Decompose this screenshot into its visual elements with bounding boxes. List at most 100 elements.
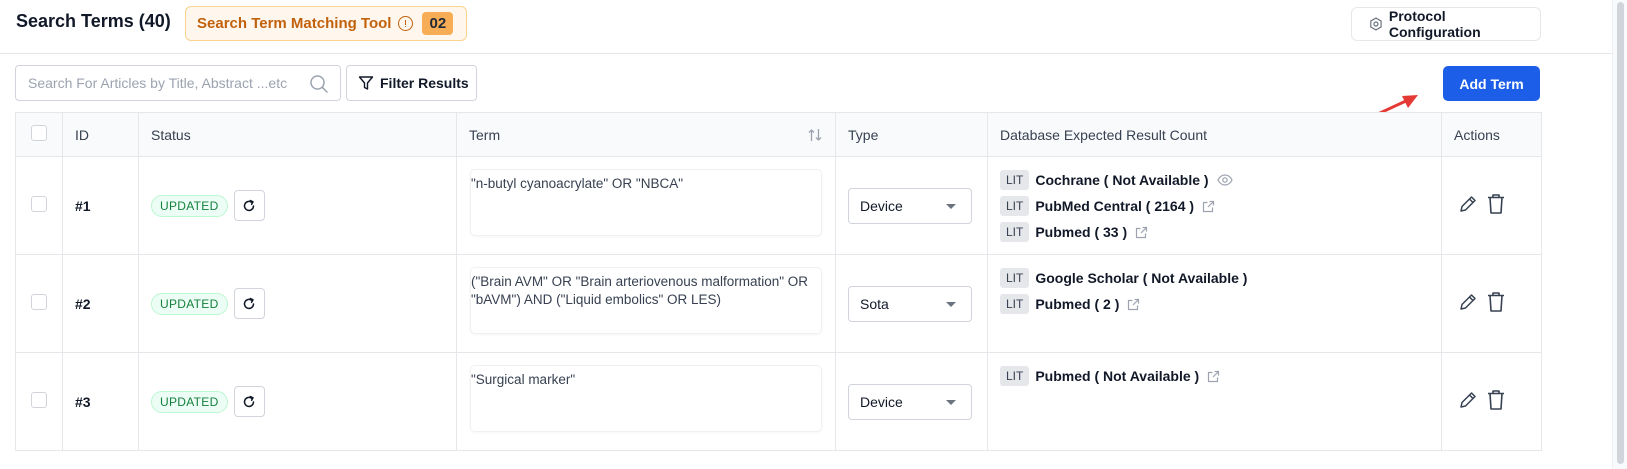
tool-label: Search Term Matching Tool — [197, 15, 392, 32]
database-link[interactable] — [1202, 200, 1215, 213]
type-select[interactable]: Sota — [848, 285, 972, 322]
database-entry: LIT PubMed Central ( 2164 ) — [1000, 193, 1429, 219]
vertical-scrollbar[interactable] — [1612, 0, 1627, 469]
database-entry: LIT Google Scholar ( Not Available ) — [1000, 265, 1429, 291]
row-status-cell: UPDATED — [138, 156, 457, 255]
status-badge: UPDATED — [151, 194, 228, 217]
external-link-icon[interactable] — [1202, 200, 1215, 213]
header-select-all — [15, 112, 63, 157]
protocol-label: Protocol Configuration — [1388, 8, 1481, 40]
edit-pencil-icon[interactable] — [1458, 194, 1478, 214]
search-terms-table: ID Status Term Type Database Expected Re… — [15, 112, 1542, 451]
select-all-checkbox[interactable] — [31, 125, 47, 141]
search-input[interactable] — [28, 75, 306, 91]
term-text[interactable]: ("Brain AVM" OR "Brain arteriovenous mal… — [470, 267, 822, 334]
refresh-button[interactable] — [233, 288, 265, 319]
protocol-configuration-button[interactable]: Protocol Configuration — [1351, 7, 1541, 41]
external-link-icon[interactable] — [1135, 226, 1148, 239]
database-link[interactable] — [1207, 370, 1220, 383]
table-header-row: ID Status Term Type Database Expected Re… — [15, 112, 1542, 157]
row-select-cell — [15, 156, 63, 255]
type-value: Sota — [860, 295, 889, 312]
refresh-button[interactable] — [233, 190, 265, 221]
chevron-down-icon — [946, 203, 956, 209]
filter-icon — [358, 76, 374, 90]
row-id: #3 — [75, 393, 91, 410]
lit-tag: LIT — [1000, 196, 1030, 216]
database-entry: LIT Pubmed ( Not Available ) — [1000, 363, 1429, 389]
database-name: Google Scholar ( Not Available ) — [1035, 270, 1248, 286]
database-link[interactable] — [1127, 298, 1140, 311]
table-row: #1 UPDATED "n-butyl cyanoacrylate" OR "NBC… — [15, 156, 1542, 255]
column-header-actions: Actions — [1441, 112, 1542, 157]
row-id-cell: #3 — [62, 352, 139, 451]
database-link[interactable] — [1216, 174, 1233, 186]
delete-button[interactable] — [1486, 389, 1506, 414]
delete-trash-icon[interactable] — [1486, 193, 1506, 215]
filter-label: Filter Results — [380, 75, 469, 91]
row-database-cell: LIT Cochrane ( Not Available ) LIT PubMed C… — [987, 156, 1442, 255]
sort-icon[interactable] — [807, 127, 823, 143]
database-link[interactable] — [1135, 226, 1148, 239]
term-text[interactable]: "Surgical marker" — [470, 365, 822, 432]
database-name: Pubmed ( 2 ) — [1035, 296, 1120, 312]
row-checkbox[interactable] — [31, 196, 47, 212]
type-value: Device — [860, 393, 903, 410]
term-header-label: Term — [469, 126, 501, 143]
edit-button[interactable] — [1458, 194, 1478, 217]
column-header-database: Database Expected Result Count — [987, 112, 1442, 157]
row-status-cell: UPDATED — [138, 254, 457, 353]
delete-button[interactable] — [1486, 193, 1506, 218]
add-term-button[interactable]: Add Term — [1443, 66, 1540, 101]
search-icon[interactable] — [309, 74, 329, 94]
row-type-cell: Sota — [835, 254, 988, 353]
row-term-cell: "Surgical marker" — [456, 352, 836, 451]
row-database-cell: LIT Pubmed ( Not Available ) — [987, 352, 1442, 451]
type-select[interactable]: Device — [848, 383, 972, 420]
refresh-icon — [243, 199, 255, 211]
search-term-matching-tool-chip[interactable]: Search Term Matching Tool 02 — [185, 6, 467, 41]
edit-button[interactable] — [1458, 390, 1478, 413]
search-box[interactable] — [15, 65, 341, 101]
row-checkbox[interactable] — [31, 392, 47, 408]
database-name: Pubmed ( Not Available ) — [1035, 368, 1200, 384]
eye-icon[interactable] — [1216, 174, 1233, 186]
row-id-cell: #2 — [62, 254, 139, 353]
delete-button[interactable] — [1486, 291, 1506, 316]
table-row: #2 UPDATED ("Brain AVM" OR "Brain arteriov… — [15, 254, 1542, 353]
database-entry: LIT Pubmed ( 2 ) — [1000, 291, 1429, 317]
column-header-term[interactable]: Term — [456, 112, 836, 157]
lit-tag: LIT — [1000, 366, 1030, 386]
lit-tag: LIT — [1000, 268, 1030, 288]
column-header-type: Type — [835, 112, 988, 157]
row-checkbox[interactable] — [31, 294, 47, 310]
external-link-icon[interactable] — [1207, 370, 1220, 383]
database-entry: LIT Cochrane ( Not Available ) — [1000, 167, 1429, 193]
scrollbar-thumb[interactable] — [1617, 2, 1624, 464]
refresh-icon — [243, 395, 255, 407]
table-row: #3 UPDATED "Surgical marker" Device LIT Pubme… — [15, 352, 1542, 451]
database-name: Cochrane ( Not Available ) — [1035, 172, 1209, 188]
lit-tag: LIT — [1000, 222, 1030, 242]
external-link-icon[interactable] — [1127, 298, 1140, 311]
lit-tag: LIT — [1000, 170, 1030, 190]
term-text[interactable]: "n-butyl cyanoacrylate" OR "NBCA" — [470, 169, 822, 236]
row-type-cell: Device — [835, 352, 988, 451]
edit-pencil-icon[interactable] — [1458, 390, 1478, 410]
filter-results-button[interactable]: Filter Results — [346, 65, 477, 101]
delete-trash-icon[interactable] — [1486, 291, 1506, 313]
edit-button[interactable] — [1458, 292, 1478, 315]
refresh-button[interactable] — [233, 386, 265, 417]
column-header-id: ID — [62, 112, 139, 157]
column-header-status: Status — [138, 112, 457, 157]
row-term-cell: "n-butyl cyanoacrylate" OR "NBCA" — [456, 156, 836, 255]
type-select[interactable]: Device — [848, 187, 972, 224]
row-id: #2 — [75, 295, 91, 312]
edit-pencil-icon[interactable] — [1458, 292, 1478, 312]
row-select-cell — [15, 352, 63, 451]
settings-hexagon-icon — [1370, 17, 1382, 31]
delete-trash-icon[interactable] — [1486, 389, 1506, 411]
refresh-icon — [243, 297, 255, 309]
row-id: #1 — [75, 197, 91, 214]
database-entry: LIT Pubmed ( 33 ) — [1000, 219, 1429, 245]
